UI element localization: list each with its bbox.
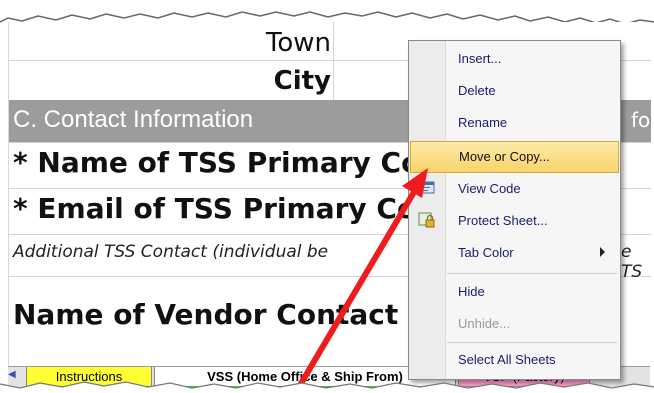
view-code-icon bbox=[419, 181, 435, 194]
menu-separator bbox=[447, 342, 617, 343]
menu-item-label: Tab Color bbox=[458, 245, 514, 260]
cell-divider bbox=[333, 22, 335, 60]
primary-name-label: * Name of TSS Primary Co bbox=[13, 146, 421, 179]
menu-item-label: Protect Sheet... bbox=[458, 213, 548, 228]
city-label: City bbox=[273, 66, 331, 96]
menu-item-label: Delete bbox=[458, 83, 496, 98]
town-label: Town bbox=[265, 28, 331, 58]
additional-contact-label: Additional TSS Contact (individual be bbox=[13, 242, 329, 262]
menu-item-hide[interactable]: Hide bbox=[410, 277, 619, 307]
protect-sheet-icon bbox=[418, 212, 435, 228]
cell-divider bbox=[333, 60, 335, 100]
sheet-context-menu: Insert... Delete Rename Move or Copy... … bbox=[408, 40, 621, 380]
screenshot-frame: Town City C. Contact Information fo * Na… bbox=[0, 0, 654, 393]
menu-item-label: Select All Sheets bbox=[458, 352, 556, 367]
section-cut-text: fo bbox=[631, 108, 651, 132]
menu-item-label: View Code bbox=[458, 181, 521, 196]
menu-item-label: Insert... bbox=[458, 51, 502, 66]
menu-item-select-all-sheets[interactable]: Select All Sheets bbox=[410, 345, 619, 375]
menu-item-view-code[interactable]: View Code bbox=[410, 174, 619, 204]
menu-item-unhide: Unhide... bbox=[410, 309, 619, 339]
menu-item-tab-color[interactable]: Tab Color bbox=[410, 238, 619, 268]
menu-item-label: Move or Copy... bbox=[459, 149, 550, 164]
menu-item-insert[interactable]: Insert... bbox=[410, 44, 619, 74]
menu-item-protect-sheet[interactable]: Protect Sheet... bbox=[410, 206, 619, 236]
primary-email-label: * Email of TSS Primary Co bbox=[13, 192, 417, 225]
menu-item-label: Rename bbox=[458, 115, 508, 130]
menu-item-label: Unhide... bbox=[458, 316, 511, 331]
submenu-arrow-icon bbox=[600, 247, 605, 257]
torn-edge-bottom bbox=[0, 381, 654, 393]
menu-item-move-or-copy[interactable]: Move or Copy... bbox=[410, 141, 619, 173]
section-title: C. Contact Information bbox=[13, 106, 254, 133]
menu-item-rename[interactable]: Rename bbox=[410, 108, 619, 138]
menu-item-delete[interactable]: Delete bbox=[410, 76, 619, 106]
menu-separator bbox=[447, 273, 617, 274]
vendor-contact-label: Name of Vendor Contact bbox=[13, 298, 399, 331]
menu-item-label: Hide bbox=[458, 284, 485, 299]
